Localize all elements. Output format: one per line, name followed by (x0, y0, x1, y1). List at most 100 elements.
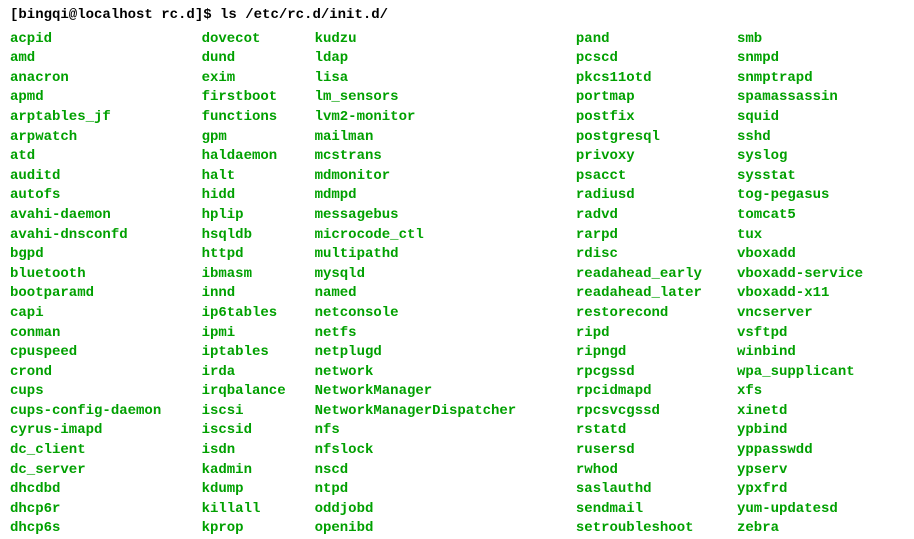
file-entry: mailman (315, 128, 576, 148)
file-entry: cyrus-imapd (10, 421, 202, 441)
file-entry: irda (202, 363, 315, 383)
file-entry: zebra (737, 519, 904, 539)
file-entry: readahead_later (576, 284, 737, 304)
column-2: dovecotdundeximfirstbootfunctionsgpmhald… (202, 30, 315, 539)
file-entry: postfix (576, 108, 737, 128)
file-entry: kadmin (202, 461, 315, 481)
file-entry: firstboot (202, 88, 315, 108)
file-entry: saslauthd (576, 480, 737, 500)
file-entry: crond (10, 363, 202, 383)
file-entry: setroubleshoot (576, 519, 737, 539)
file-entry: isdn (202, 441, 315, 461)
file-entry: nfslock (315, 441, 576, 461)
file-entry: netfs (315, 324, 576, 344)
file-entry: privoxy (576, 147, 737, 167)
file-entry: vboxadd-x11 (737, 284, 904, 304)
file-entry: pcscd (576, 49, 737, 69)
file-entry: acpid (10, 30, 202, 50)
file-entry: gpm (202, 128, 315, 148)
file-entry: bluetooth (10, 265, 202, 285)
file-entry: auditd (10, 167, 202, 187)
file-entry: bootparamd (10, 284, 202, 304)
column-1: acpidamdanacronapmdarptables_jfarpwatcha… (10, 30, 202, 539)
file-entry: NetworkManager (315, 382, 576, 402)
file-entry: ypserv (737, 461, 904, 481)
file-entry: anacron (10, 69, 202, 89)
file-entry: portmap (576, 88, 737, 108)
file-entry: arpwatch (10, 128, 202, 148)
file-entry: network (315, 363, 576, 383)
file-entry: vncserver (737, 304, 904, 324)
column-3: kudzuldaplisalm_sensorslvm2-monitormailm… (315, 30, 576, 539)
file-entry: avahi-dnsconfd (10, 226, 202, 246)
file-entry: cups-config-daemon (10, 402, 202, 422)
file-entry: vsftpd (737, 324, 904, 344)
file-entry: openibd (315, 519, 576, 539)
file-entry: NetworkManagerDispatcher (315, 402, 576, 422)
file-entry: tog-pegasus (737, 186, 904, 206)
file-entry: functions (202, 108, 315, 128)
file-entry: mcstrans (315, 147, 576, 167)
file-entry: yum-updatesd (737, 500, 904, 520)
file-entry: mdmonitor (315, 167, 576, 187)
column-5: smbsnmpdsnmptrapdspamassassinsquidsshdsy… (737, 30, 904, 539)
file-entry: halt (202, 167, 315, 187)
file-entry: netconsole (315, 304, 576, 324)
file-entry: yppasswdd (737, 441, 904, 461)
file-entry: spamassassin (737, 88, 904, 108)
file-entry: tomcat5 (737, 206, 904, 226)
file-entry: vboxadd (737, 245, 904, 265)
file-entry: ripngd (576, 343, 737, 363)
file-entry: oddjobd (315, 500, 576, 520)
file-entry: rpcidmapd (576, 382, 737, 402)
file-entry: radvd (576, 206, 737, 226)
file-entry: postgresql (576, 128, 737, 148)
file-entry: hidd (202, 186, 315, 206)
shell-prompt: [bingqi@localhost rc.d]$ ls /etc/rc.d/in… (10, 6, 904, 26)
file-entry: iscsi (202, 402, 315, 422)
file-entry: vboxadd-service (737, 265, 904, 285)
file-entry: sendmail (576, 500, 737, 520)
file-entry: dhcp6r (10, 500, 202, 520)
file-entry: restorecond (576, 304, 737, 324)
file-entry: kprop (202, 519, 315, 539)
file-entry: avahi-daemon (10, 206, 202, 226)
file-entry: dc_server (10, 461, 202, 481)
file-entry: mdmpd (315, 186, 576, 206)
file-entry: mysqld (315, 265, 576, 285)
file-entry: multipathd (315, 245, 576, 265)
file-entry: snmpd (737, 49, 904, 69)
file-entry: haldaemon (202, 147, 315, 167)
file-entry: radiusd (576, 186, 737, 206)
file-entry: innd (202, 284, 315, 304)
file-entry: microcode_ctl (315, 226, 576, 246)
file-entry: syslog (737, 147, 904, 167)
file-entry: xfs (737, 382, 904, 402)
file-entry: dovecot (202, 30, 315, 50)
ls-output: acpidamdanacronapmdarptables_jfarpwatcha… (10, 30, 904, 539)
file-entry: bgpd (10, 245, 202, 265)
file-entry: nscd (315, 461, 576, 481)
file-entry: dhcdbd (10, 480, 202, 500)
file-entry: cups (10, 382, 202, 402)
file-entry: hsqldb (202, 226, 315, 246)
file-entry: nfs (315, 421, 576, 441)
file-entry: winbind (737, 343, 904, 363)
file-entry: sshd (737, 128, 904, 148)
file-entry: rarpd (576, 226, 737, 246)
file-entry: conman (10, 324, 202, 344)
file-entry: netplugd (315, 343, 576, 363)
file-entry: lm_sensors (315, 88, 576, 108)
file-entry: atd (10, 147, 202, 167)
file-entry: readahead_early (576, 265, 737, 285)
file-entry: ntpd (315, 480, 576, 500)
file-entry: amd (10, 49, 202, 69)
file-entry: ldap (315, 49, 576, 69)
file-entry: sysstat (737, 167, 904, 187)
file-entry: dc_client (10, 441, 202, 461)
file-entry: rpcsvcgssd (576, 402, 737, 422)
file-entry: ipmi (202, 324, 315, 344)
file-entry: arptables_jf (10, 108, 202, 128)
file-entry: named (315, 284, 576, 304)
file-entry: ip6tables (202, 304, 315, 324)
